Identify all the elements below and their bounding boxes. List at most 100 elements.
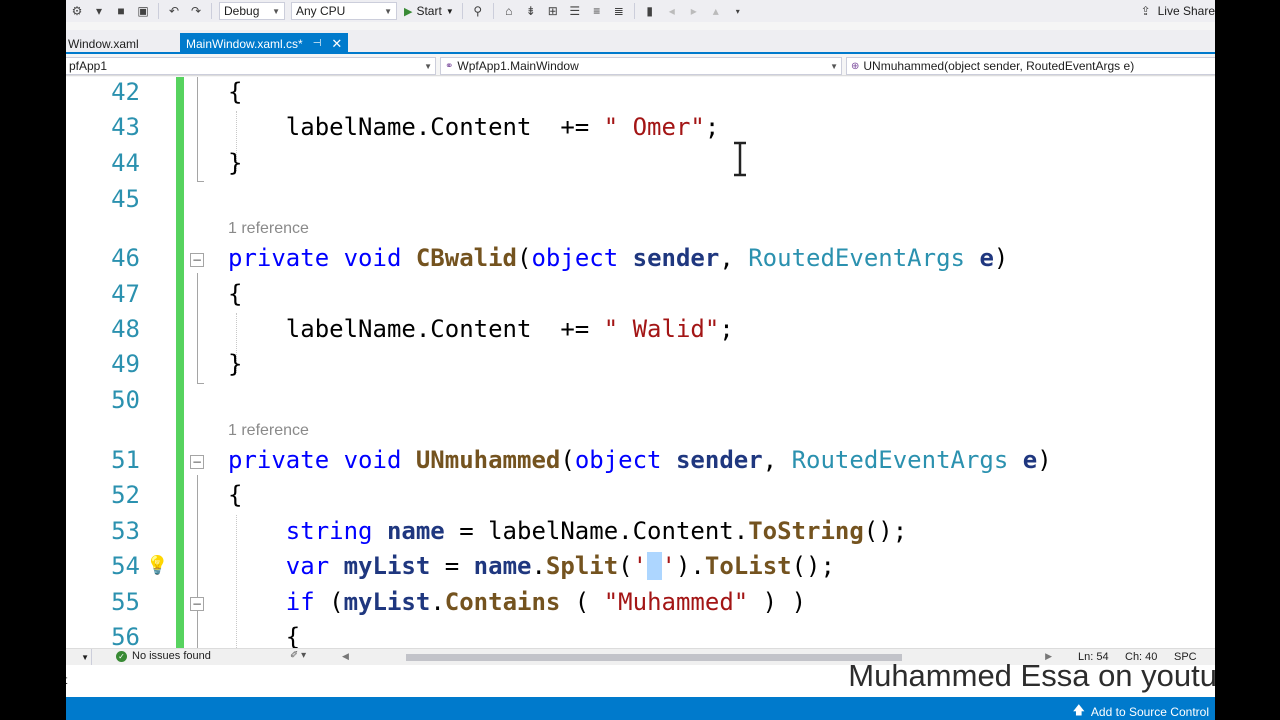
issues-label: No issues found: [132, 650, 211, 662]
collapse-icon[interactable]: −: [190, 253, 204, 267]
line-number: 48: [111, 315, 140, 343]
bookmark-next-icon[interactable]: ▸: [685, 2, 703, 20]
chevron-down-icon: ▼: [445, 6, 454, 16]
status-bar: 🡅 Add to Source Control: [66, 697, 1215, 720]
redo-icon[interactable]: ↷: [187, 2, 205, 20]
comment-icon[interactable]: ≡: [588, 2, 606, 20]
step-icon[interactable]: ⇟: [522, 2, 540, 20]
code-text: {: [228, 78, 243, 106]
scrollbar-thumb[interactable]: [406, 654, 902, 661]
collapse-icon[interactable]: −: [190, 597, 204, 611]
check-icon: ✓: [116, 650, 127, 662]
config-combo[interactable]: Debug ▼: [219, 2, 285, 20]
channel-watermark: Muhammed Essa on youtu: [848, 658, 1215, 693]
bookmark-clear-icon[interactable]: ▴: [707, 2, 725, 20]
home-icon[interactable]: ⌂: [500, 2, 518, 20]
code-line-45: 45: [66, 183, 1215, 219]
line-number: 49: [111, 350, 140, 378]
code-text: private void UNmuhammed(object sender, R…: [228, 446, 1052, 474]
pin-icon[interactable]: ⊣: [313, 38, 322, 49]
output-text: t: [66, 673, 67, 687]
codelens-reference[interactable]: 1 reference: [228, 220, 309, 238]
issues-indicator[interactable]: ✓ No issues found: [116, 650, 211, 662]
find-icon[interactable]: ⚲: [469, 2, 487, 20]
config-label: Debug: [224, 4, 260, 18]
line-number: 50: [111, 386, 140, 414]
member-label: UNmuhammed(object sender, RoutedEventArg…: [863, 59, 1135, 73]
start-button[interactable]: ▶ Start ▼: [404, 4, 454, 18]
code-text: if (myList.Contains ( "Muhammed" ) ): [285, 588, 807, 616]
share-icon: ⇪: [1140, 4, 1151, 18]
platform-combo[interactable]: Any CPU ▼: [291, 2, 397, 20]
code-line-44: 44 }: [66, 147, 1215, 183]
save-icon[interactable]: ■: [112, 2, 130, 20]
code-text: labelName.Content += " Walid";: [285, 315, 734, 343]
overflow-icon[interactable]: ▾: [729, 2, 747, 20]
bookmark-prev-icon[interactable]: ◂: [663, 2, 681, 20]
toolbar-separator: [211, 3, 212, 19]
chevron-down-icon: ▼: [272, 6, 280, 16]
chevron-down-icon: ▼: [81, 652, 89, 662]
line-number: 47: [111, 280, 140, 308]
chevron-down-icon: ▼: [384, 6, 392, 16]
project-dropdown[interactable]: pfApp1 ▼: [66, 57, 436, 75]
collapse-icon[interactable]: −: [190, 455, 204, 469]
play-icon: ▶: [404, 5, 413, 18]
code-line-55: 55 − if (myList.Contains ( "Muhammed" ) …: [66, 586, 1215, 622]
navigation-bar: pfApp1 ▼ ⚭ WpfApp1.MainWindow ▼ ⊕ UNmuha…: [66, 56, 1215, 76]
tab-window-xaml[interactable]: Window.xaml: [66, 33, 143, 54]
code-line-46: 46 − private void CBwalid(object sender,…: [66, 242, 1215, 278]
line-number: 55: [111, 588, 140, 616]
code-text: labelName.Content += " Omer";: [285, 113, 720, 141]
toolbar: ⚙ ▾ ■ ▣ ↶ ↷ Debug ▼ Any CPU ▼ ▶ Start ▼ …: [66, 0, 1215, 22]
live-share-button[interactable]: ⇪ Live Share: [1135, 0, 1215, 22]
code-text: string name = labelName.Content.ToString…: [285, 517, 908, 545]
line-number: 46: [111, 244, 140, 272]
code-line-47: 47 {: [66, 278, 1215, 314]
line-number: 44: [111, 149, 140, 177]
line-number: 56: [111, 623, 140, 648]
chevron-down-icon: ▼: [830, 61, 838, 71]
selection: [647, 552, 662, 580]
close-icon[interactable]: ✕: [331, 36, 342, 52]
save-all-icon[interactable]: ▣: [134, 2, 152, 20]
class-icon: ⚭: [445, 60, 454, 72]
nav-icon[interactable]: ⚙: [68, 2, 86, 20]
text-cursor-icon: [734, 141, 746, 177]
code-line-53: 53 string name = labelName.Content.ToStr…: [66, 515, 1215, 551]
layout-icon[interactable]: ⊞: [544, 2, 562, 20]
code-text: {: [228, 280, 243, 308]
code-line-50: 50: [66, 384, 1215, 420]
tab-mainwindow-xaml-cs[interactable]: MainWindow.xaml.cs* ⊣ ✕: [180, 33, 349, 54]
bookmark-icon[interactable]: ▮: [641, 2, 659, 20]
chevron-down-icon: ▼: [424, 61, 432, 71]
add-to-source-control-button[interactable]: 🡅 Add to Source Control: [1073, 701, 1209, 720]
class-dropdown[interactable]: ⚭ WpfApp1.MainWindow ▼: [440, 57, 842, 75]
arrow-up-icon: 🡅: [1072, 703, 1085, 717]
codelens-reference[interactable]: 1 reference: [228, 422, 309, 440]
lightbulb-icon[interactable]: 💡: [146, 555, 168, 576]
project-label: pfApp1: [69, 59, 108, 73]
line-number: 51: [111, 446, 140, 474]
code-editor[interactable]: 42 { 43 labelName.Content += " Omer"; 44…: [66, 77, 1215, 648]
open-folder-icon[interactable]: ▾: [90, 2, 108, 20]
code-text: {: [228, 623, 301, 648]
code-line-52: 52 {: [66, 479, 1215, 515]
zoom-dropdown[interactable]: ▼: [66, 649, 92, 665]
toolbar-separator: [461, 3, 463, 19]
uncomment-icon[interactable]: ≣: [610, 2, 628, 20]
member-dropdown[interactable]: ⊕ UNmuhammed(object sender, RoutedEventA…: [846, 57, 1215, 75]
cleanup-icon[interactable]: ✐ ▾: [290, 650, 306, 661]
live-share-label: Live Share: [1157, 4, 1215, 18]
code-text: }: [228, 149, 243, 177]
code-line-42: 42 {: [66, 77, 1215, 112]
tab-label: Window.xaml: [68, 36, 139, 51]
tab-label: MainWindow.xaml.cs*: [186, 36, 303, 51]
start-label: Start: [416, 4, 442, 18]
code-text: }: [228, 350, 243, 378]
scroll-left-icon[interactable]: ◀: [342, 651, 349, 662]
undo-icon[interactable]: ↶: [165, 2, 183, 20]
code-line-49: 49 }: [66, 348, 1215, 384]
list-icon[interactable]: ☰: [566, 2, 584, 20]
line-number: 53: [111, 517, 140, 545]
